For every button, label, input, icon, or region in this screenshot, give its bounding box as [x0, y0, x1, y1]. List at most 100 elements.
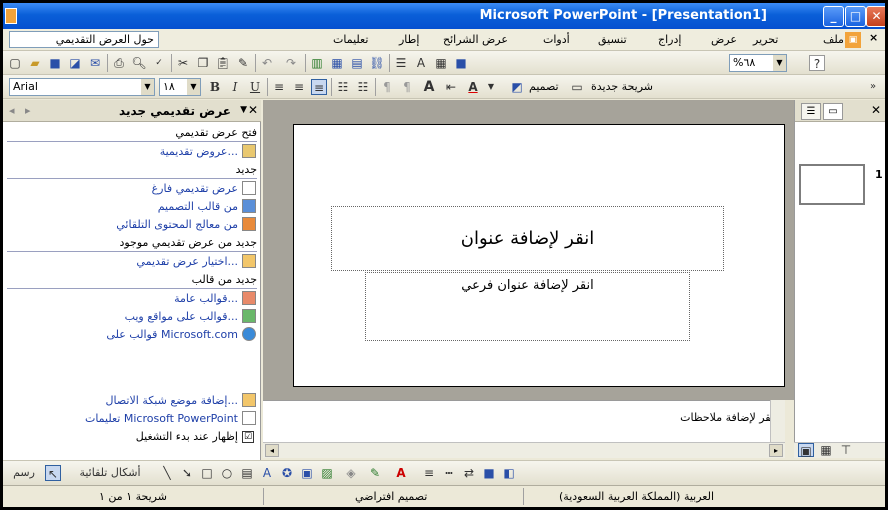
slide-canvas[interactable]: انقر لإضافة عنوان انقر لإضافة عنوان فرعي [293, 124, 785, 387]
pane-close-icon[interactable]: ✕ [871, 103, 881, 117]
font-color-icon[interactable]: A [465, 79, 481, 95]
underline-button[interactable]: U [247, 79, 263, 95]
undo-icon[interactable]: ↶ [259, 55, 275, 71]
ltr-icon[interactable]: ¶ [379, 79, 395, 95]
color-grayscale-icon[interactable]: ■ [453, 55, 469, 71]
subtitle-placeholder[interactable]: انقر لإضافة عنوان فرعي [365, 272, 690, 341]
grid-icon[interactable]: ▦ [433, 55, 449, 71]
tab-outline[interactable]: ☰ [801, 103, 821, 120]
chevron-down-icon[interactable]: ▼ [483, 79, 499, 95]
oval-icon[interactable]: ○ [219, 465, 235, 481]
link-general-templates[interactable]: قوالب عامة... [174, 292, 238, 305]
minimize-button[interactable]: _ [823, 6, 844, 27]
notes-scrollbar[interactable] [770, 400, 785, 442]
menu-help[interactable]: تعليمات [333, 33, 368, 46]
design-icon[interactable]: ◩ [509, 79, 525, 95]
line-style-icon[interactable]: ≡ [421, 465, 437, 481]
diagram-icon[interactable]: ✪ [279, 465, 295, 481]
link-powerpoint-help[interactable]: تعليمات Microsoft PowerPoint [85, 412, 238, 425]
textbox-icon[interactable]: ▤ [239, 465, 255, 481]
menu-tools[interactable]: أدوات [543, 33, 570, 46]
format-painter-icon[interactable]: ✎ [235, 55, 251, 71]
menu-insert[interactable]: إدراج [658, 33, 681, 46]
task-pane-close-icon[interactable]: ✕ [248, 103, 258, 117]
slide-thumbnail[interactable] [799, 164, 865, 205]
scroll-right-arrow-icon[interactable]: ▸ [769, 444, 783, 457]
maximize-button[interactable]: □ [845, 6, 866, 27]
show-formatting-icon[interactable]: A [413, 55, 429, 71]
open-icon[interactable]: ▰ [27, 55, 43, 71]
link-add-network-place[interactable]: إضافة موضع شبكة الاتصال... [106, 394, 238, 407]
tables-borders-icon[interactable]: ▤ [349, 55, 365, 71]
design-button[interactable]: تصميم [529, 80, 559, 93]
3d-icon[interactable]: ◧ [501, 465, 517, 481]
rectangle-icon[interactable]: □ [199, 465, 215, 481]
menu-slideshow[interactable]: عرض الشرائح [443, 33, 508, 46]
link-presentations[interactable]: عروض تقديمية... [160, 145, 238, 158]
toolbar-options-icon[interactable]: » [865, 79, 881, 95]
menu-file[interactable]: ملف [823, 33, 844, 46]
font-color-icon[interactable]: A [393, 465, 409, 481]
wordart-icon[interactable]: A [259, 465, 275, 481]
fill-color-icon[interactable]: ◈ [343, 465, 359, 481]
rtl-icon[interactable]: ¶ [399, 79, 415, 95]
increase-font-icon[interactable]: A [421, 79, 437, 95]
powerpoint-app-icon[interactable] [5, 8, 17, 24]
arrow-style-icon[interactable]: ⇄ [461, 465, 477, 481]
permission-icon[interactable]: ◪ [67, 55, 83, 71]
align-left-icon[interactable]: ≡ [271, 79, 287, 95]
draw-menu[interactable]: رسم [7, 465, 41, 481]
cut-icon[interactable]: ✂ [175, 55, 191, 71]
line-color-icon[interactable]: ✎ [367, 465, 383, 481]
ask-question-box[interactable]: حول العرض التقديمي [9, 31, 159, 48]
copy-icon[interactable]: ❐ [195, 55, 211, 71]
spelling-icon[interactable]: ✓ [151, 55, 167, 71]
font-name-combo[interactable]: Arial ▼ [9, 78, 155, 96]
font-size-combo[interactable]: ١٨ ▼ [159, 78, 201, 96]
link-choose-presentation[interactable]: اختيار عرض تقديمي... [136, 255, 238, 268]
forward-arrow-icon[interactable]: ▸ [25, 104, 31, 117]
close-button[interactable]: ✕ [866, 6, 885, 27]
notes-pane[interactable]: انقر لإضافة ملاحظات [263, 400, 785, 442]
autoshapes-menu[interactable]: أشكال تلقائية [67, 465, 153, 481]
new-slide-icon[interactable]: ▭ [569, 79, 585, 95]
picture-icon[interactable]: ▨ [319, 465, 335, 481]
zoom-combo[interactable]: %٦٨ ▼ [729, 54, 787, 72]
notes-placeholder[interactable]: انقر لإضافة ملاحظات [680, 411, 777, 424]
shadow-icon[interactable]: ■ [481, 465, 497, 481]
dash-style-icon[interactable]: ┅ [441, 465, 457, 481]
expand-all-icon[interactable]: ☰ [393, 55, 409, 71]
doc-close-button[interactable]: × [869, 31, 878, 44]
tab-slides[interactable]: ▭ [823, 103, 843, 120]
menu-view[interactable]: عرض [711, 33, 737, 46]
print-preview-icon[interactable]: 🔍︎ [131, 55, 147, 71]
show-at-startup-checkbox[interactable]: ☑ [242, 431, 254, 443]
menu-format[interactable]: تنسيق [598, 33, 627, 46]
save-icon[interactable]: ■ [47, 55, 63, 71]
new-icon[interactable]: ▢ [7, 55, 23, 71]
print-icon[interactable]: ⎙ [111, 55, 127, 71]
clipart-icon[interactable]: ▣ [299, 465, 315, 481]
bold-button[interactable]: B [207, 79, 223, 95]
numbering-icon[interactable]: ☷ [335, 79, 351, 95]
paste-icon[interactable]: 📋︎ [215, 55, 231, 71]
scroll-left-arrow-icon[interactable]: ◂ [265, 444, 279, 457]
help-icon[interactable]: ? [809, 55, 825, 71]
decrease-indent-icon[interactable]: ⇤ [443, 79, 459, 95]
link-autocontent-wizard[interactable]: من معالج المحتوى التلقائي [116, 218, 238, 231]
redo-icon[interactable]: ↷ [283, 55, 299, 71]
align-right-icon[interactable]: ≡ [311, 79, 327, 95]
select-pointer-icon[interactable]: ↖ [45, 465, 61, 481]
normal-view-icon[interactable]: ▣ [798, 443, 814, 458]
insert-table-icon[interactable]: ▦ [329, 55, 345, 71]
align-center-icon[interactable]: ≡ [291, 79, 307, 95]
slide-sorter-icon[interactable]: ▦ [818, 443, 834, 457]
menu-edit[interactable]: تحرير [753, 33, 778, 46]
chevron-down-icon[interactable]: ▼ [187, 79, 200, 95]
insert-chart-icon[interactable]: ▥ [309, 55, 325, 71]
line-icon[interactable]: ╲ [159, 465, 175, 481]
back-arrow-icon[interactable]: ◂ [9, 104, 15, 117]
link-design-template[interactable]: من قالب التصميم [158, 200, 238, 213]
link-microsoft-com[interactable]: قوالب على Microsoft.com [106, 328, 238, 341]
horizontal-scrollbar[interactable]: ◂ ▸ [263, 442, 785, 458]
